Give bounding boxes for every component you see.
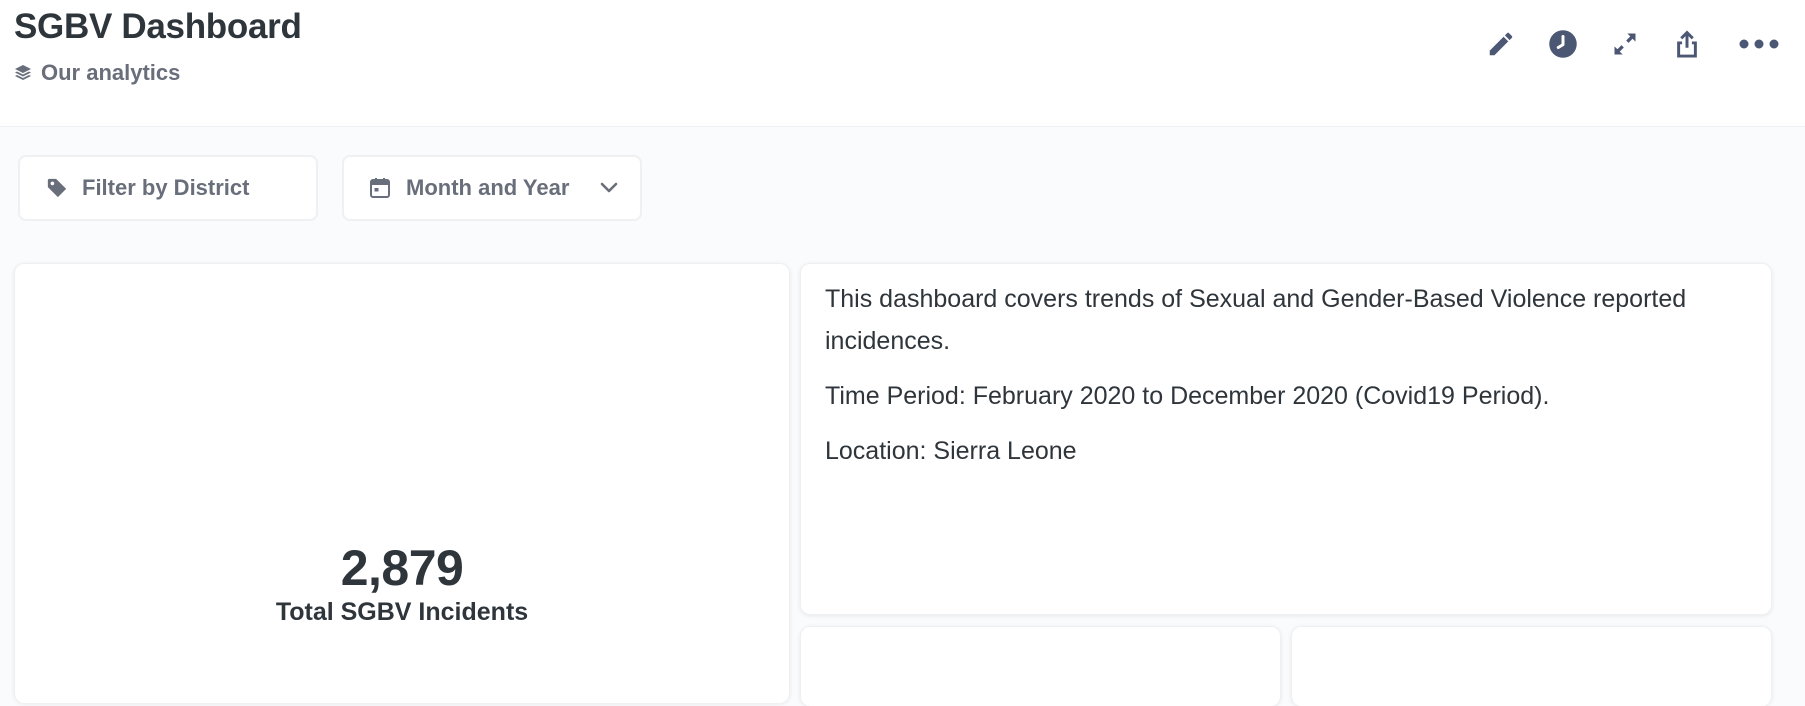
total-incidents-value: 2,879: [340, 540, 464, 596]
description-card: This dashboard covers trends of Sexual a…: [800, 263, 1772, 615]
share-button[interactable]: [1663, 20, 1711, 68]
total-incidents-card[interactable]: [14, 263, 790, 703]
collection-icon: [14, 64, 32, 82]
collection-name: Our analytics: [41, 60, 181, 85]
clock-icon: [1548, 29, 1578, 59]
pencil-icon: [1486, 29, 1516, 59]
expand-icon: [1611, 30, 1639, 58]
time-period-paragraph: Time Period: February 2020 to December 2…: [825, 382, 1550, 410]
chevron-down-icon: [600, 182, 618, 194]
dashboard-card-bottom-right[interactable]: [1291, 626, 1772, 706]
history-button[interactable]: [1539, 20, 1587, 68]
more-horizontal-icon: [1738, 38, 1780, 50]
collection-link[interactable]: Our analytics: [14, 58, 180, 88]
calendar-icon: [368, 176, 392, 200]
header-actions: [1465, 20, 1805, 68]
description-paragraph: This dashboard covers trends of Sexual a…: [825, 285, 1687, 355]
district-filter[interactable]: Filter by District: [18, 155, 318, 221]
edit-button[interactable]: [1477, 20, 1525, 68]
fullscreen-button[interactable]: [1601, 20, 1649, 68]
month-year-filter-label: Month and Year: [406, 175, 570, 200]
tag-icon: [46, 177, 68, 199]
share-icon: [1672, 28, 1702, 60]
location-paragraph: Location: Sierra Leone: [825, 437, 1077, 465]
total-incidents-label: Total SGBV Incidents: [275, 598, 529, 626]
dashboard-header: SGBV Dashboard Our analytics: [0, 0, 1805, 127]
month-year-filter[interactable]: Month and Year: [342, 155, 642, 221]
more-button[interactable]: [1735, 20, 1783, 68]
dashboard-card-bottom-left[interactable]: [800, 626, 1281, 706]
dashboard-title[interactable]: SGBV Dashboard: [14, 6, 302, 48]
district-filter-label: Filter by District: [82, 175, 250, 200]
